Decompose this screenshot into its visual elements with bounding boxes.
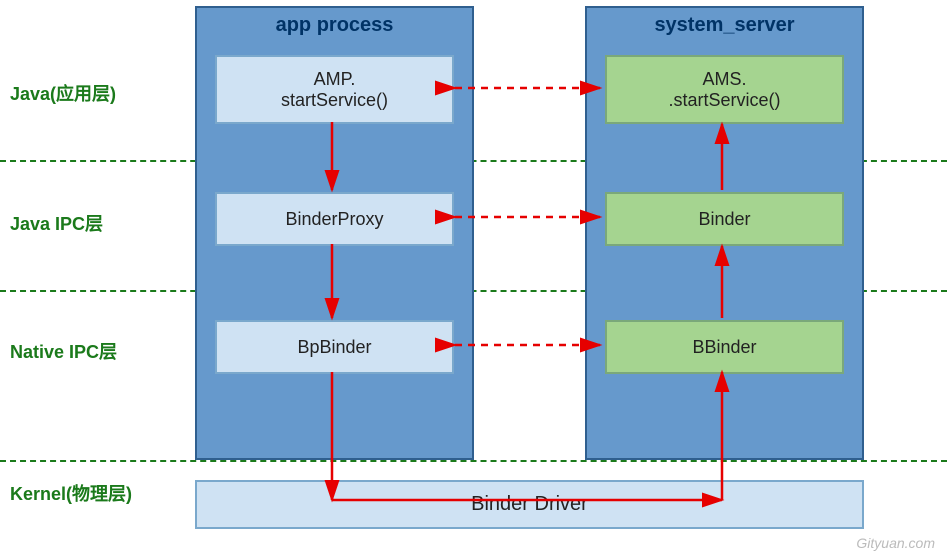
box-bpbinder: BpBinder <box>215 320 454 374</box>
box-bbinder-label: BBinder <box>692 337 756 358</box>
watermark: Gityuan.com <box>856 535 935 551</box>
box-binder-label: Binder <box>698 209 750 230</box>
app-process-title: app process <box>197 14 472 37</box>
system-server-title: system_server <box>587 14 862 37</box>
layer-label-java-ipc: Java IPC层 <box>10 210 103 236</box>
box-ams-startservice: AMS. .startService() <box>605 55 844 124</box>
box-binderproxy: BinderProxy <box>215 192 454 246</box>
box-amp-startservice: AMP. startService() <box>215 55 454 124</box>
layer-label-native-ipc: Native IPC层 <box>10 338 117 364</box>
divider-3 <box>0 460 947 462</box>
layer-label-java-app: Java(应用层) <box>10 80 116 106</box>
layer-label-kernel: Kernel(物理层) <box>10 480 132 506</box>
binder-driver-label: Binder Driver <box>471 493 588 516</box>
box-amp-line1: AMP. <box>314 69 356 90</box>
box-binder: Binder <box>605 192 844 246</box>
box-binderproxy-label: BinderProxy <box>285 209 383 230</box>
box-bpbinder-label: BpBinder <box>297 337 371 358</box>
box-binder-driver: Binder Driver <box>195 480 864 529</box>
box-amp-line2: startService() <box>281 90 388 111</box>
box-ams-line1: AMS. <box>702 69 746 90</box>
box-bbinder: BBinder <box>605 320 844 374</box>
box-ams-line2: .startService() <box>668 90 780 111</box>
